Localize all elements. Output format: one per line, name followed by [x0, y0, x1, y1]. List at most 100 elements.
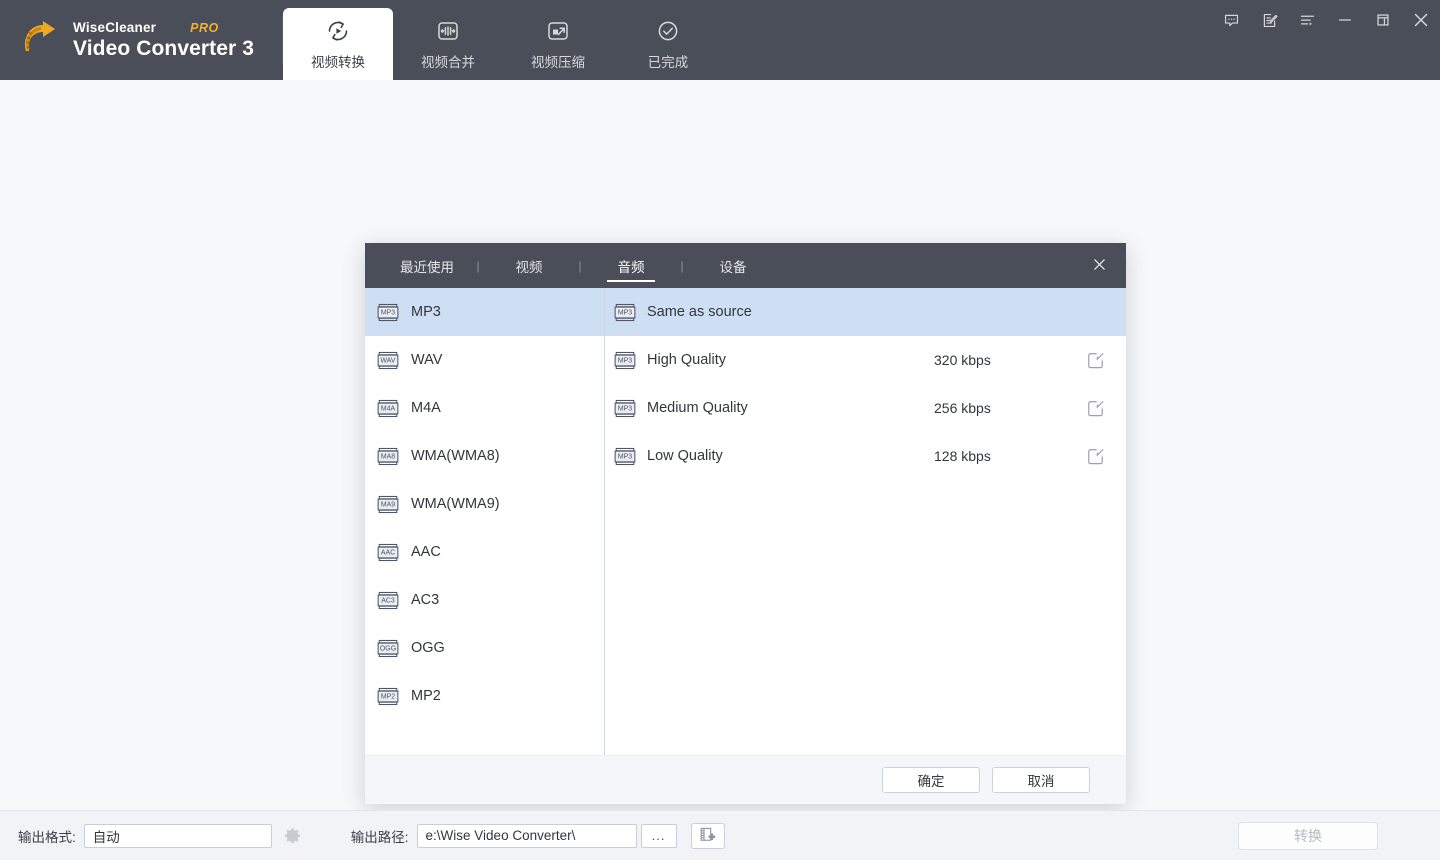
dialog-tab-label: 视频 [515, 259, 543, 275]
quality-item-same-as-source[interactable]: MP3 Same as source [605, 288, 1126, 336]
dialog-tab-device[interactable]: 设备 [695, 243, 771, 288]
svg-text:MP3: MP3 [618, 405, 632, 412]
format-badge-icon: MA8 [377, 447, 399, 466]
svg-text:MP3: MP3 [618, 309, 632, 316]
format-label: WMA(WMA9) [411, 496, 500, 512]
format-badge-icon: MP3 [614, 351, 636, 370]
dialog-tab-audio[interactable]: 音频 [593, 243, 669, 288]
bottom-toolbar: 输出格式: 输出路径: ... 转换 [0, 810, 1440, 860]
svg-text:MA8: MA8 [381, 453, 395, 460]
output-format-input[interactable] [83, 823, 272, 848]
gear-icon[interactable] [280, 823, 306, 849]
format-item-ac3[interactable]: AC3 AC3 [365, 576, 604, 624]
tab-video-convert[interactable]: 视频转换 [283, 8, 393, 80]
format-label: WMA(WMA8) [411, 448, 500, 464]
format-item-ogg[interactable]: OGG OGG [365, 624, 604, 672]
svg-text:AC3: AC3 [381, 597, 395, 604]
dialog-header: 最近使用 | 视频 | 音频 | 设备 [365, 243, 1126, 288]
quality-label: Low Quality [647, 448, 723, 464]
browse-folder-button[interactable]: ... [640, 823, 677, 848]
tab-separator: | [578, 258, 582, 273]
svg-text:OGG: OGG [380, 645, 396, 652]
quality-item-low[interactable]: MP3 Low Quality 128 kbps [605, 432, 1126, 480]
format-badge-icon: AC3 [377, 591, 399, 610]
quality-bitrate: 256 kbps [934, 400, 991, 416]
dialog-tabs: 最近使用 | 视频 | 音频 | 设备 [389, 243, 771, 288]
quality-preset-list: MP3 Same as source MP3 High Quality 320 … [605, 288, 1126, 755]
dialog-close-icon[interactable] [1082, 249, 1116, 279]
format-badge-icon: MP3 [377, 303, 399, 322]
window-controls [1212, 0, 1440, 40]
quality-label: Medium Quality [647, 400, 748, 416]
completed-check-icon [655, 18, 681, 44]
dialog-tab-recent[interactable]: 最近使用 [389, 243, 465, 288]
format-badge-icon: MP3 [614, 303, 636, 322]
dialog-tab-video[interactable]: 视频 [491, 243, 567, 288]
brand-area: WiseCleaner PRO Video Converter 3 [0, 0, 283, 80]
format-label: OGG [411, 640, 445, 656]
format-badge-icon: WAV [377, 351, 399, 370]
tab-separator: | [476, 258, 480, 273]
output-path-label: 输出路径: [350, 829, 409, 845]
tab-video-compress[interactable]: 视频压缩 [503, 8, 613, 80]
output-format-label: 输出格式: [18, 829, 76, 845]
menu-list-icon[interactable] [1288, 3, 1326, 37]
tab-label: 视频压缩 [531, 54, 585, 70]
svg-text:MA9: MA9 [381, 501, 395, 508]
convert-button[interactable]: 转换 [1238, 822, 1378, 850]
format-label: M4A [411, 400, 441, 416]
format-badge-icon: MP3 [614, 447, 636, 466]
quality-bitrate: 320 kbps [934, 352, 991, 368]
format-badge-icon: MP2 [377, 687, 399, 706]
svg-text:AAC: AAC [381, 549, 395, 556]
tab-separator: | [680, 258, 684, 273]
format-label: AAC [411, 544, 441, 560]
quality-item-medium[interactable]: MP3 Medium Quality 256 kbps [605, 384, 1126, 432]
format-item-mp2[interactable]: MP2 MP2 [365, 672, 604, 720]
pro-badge: PRO [190, 21, 219, 36]
audio-format-list: MP3 MP3 WAV WAV M4A M4A MA8 WMA(WMA8) MA… [365, 288, 605, 755]
ok-button[interactable]: 确定 [882, 767, 980, 793]
dialog-content: MP3 MP3 WAV WAV M4A M4A MA8 WMA(WMA8) MA… [365, 288, 1126, 755]
format-item-m4a[interactable]: M4A M4A [365, 384, 604, 432]
format-item-wma9[interactable]: MA9 WMA(WMA9) [365, 480, 604, 528]
format-badge-icon: MP3 [614, 399, 636, 418]
svg-text:MP3: MP3 [618, 453, 632, 460]
edit-pencil-icon[interactable] [1080, 399, 1110, 418]
cancel-button[interactable]: 取消 [992, 767, 1090, 793]
format-item-aac[interactable]: AAC AAC [365, 528, 604, 576]
main-nav-tabs: 视频转换 视频合并 视频压缩 已完成 [283, 0, 723, 80]
svg-text:WAV: WAV [380, 357, 395, 364]
format-item-wav[interactable]: WAV WAV [365, 336, 604, 384]
add-media-file-icon[interactable] [690, 822, 725, 849]
tab-label: 视频转换 [311, 54, 365, 70]
minimize-icon[interactable] [1326, 3, 1364, 37]
quality-item-high[interactable]: MP3 High Quality 320 kbps [605, 336, 1126, 384]
edit-pencil-icon[interactable] [1080, 447, 1110, 466]
compress-icon [545, 18, 571, 44]
svg-text:MP2: MP2 [381, 693, 395, 700]
format-badge-icon: M4A [377, 399, 399, 418]
format-label: WAV [411, 352, 443, 368]
dialog-tab-label: 音频 [617, 259, 645, 275]
svg-text:MP3: MP3 [618, 357, 632, 364]
format-badge-icon: OGG [377, 639, 399, 658]
main-content-area: 最近使用 | 视频 | 音频 | 设备 MP3 MP3 WAV WAV M4A … [0, 80, 1440, 810]
feedback-icon[interactable] [1212, 3, 1250, 37]
wisecleaner-arrow-logo-icon [18, 18, 62, 62]
format-item-mp3[interactable]: MP3 MP3 [365, 288, 604, 336]
svg-text:M4A: M4A [381, 405, 396, 412]
tab-video-merge[interactable]: 视频合并 [393, 8, 503, 80]
dialog-tab-label: 设备 [719, 259, 747, 275]
edit-pencil-icon[interactable] [1080, 351, 1110, 370]
output-path-input[interactable] [416, 823, 637, 848]
register-edit-icon[interactable] [1250, 3, 1288, 37]
dialog-footer: 确定 取消 [365, 755, 1126, 804]
brand-name: WiseCleaner [73, 20, 157, 36]
convert-icon [325, 18, 351, 44]
format-item-wma8[interactable]: MA8 WMA(WMA8) [365, 432, 604, 480]
output-format-dialog: 最近使用 | 视频 | 音频 | 设备 MP3 MP3 WAV WAV M4A … [365, 243, 1126, 804]
tab-completed[interactable]: 已完成 [613, 8, 723, 80]
close-icon[interactable] [1402, 3, 1440, 37]
maximize-icon[interactable] [1364, 3, 1402, 37]
